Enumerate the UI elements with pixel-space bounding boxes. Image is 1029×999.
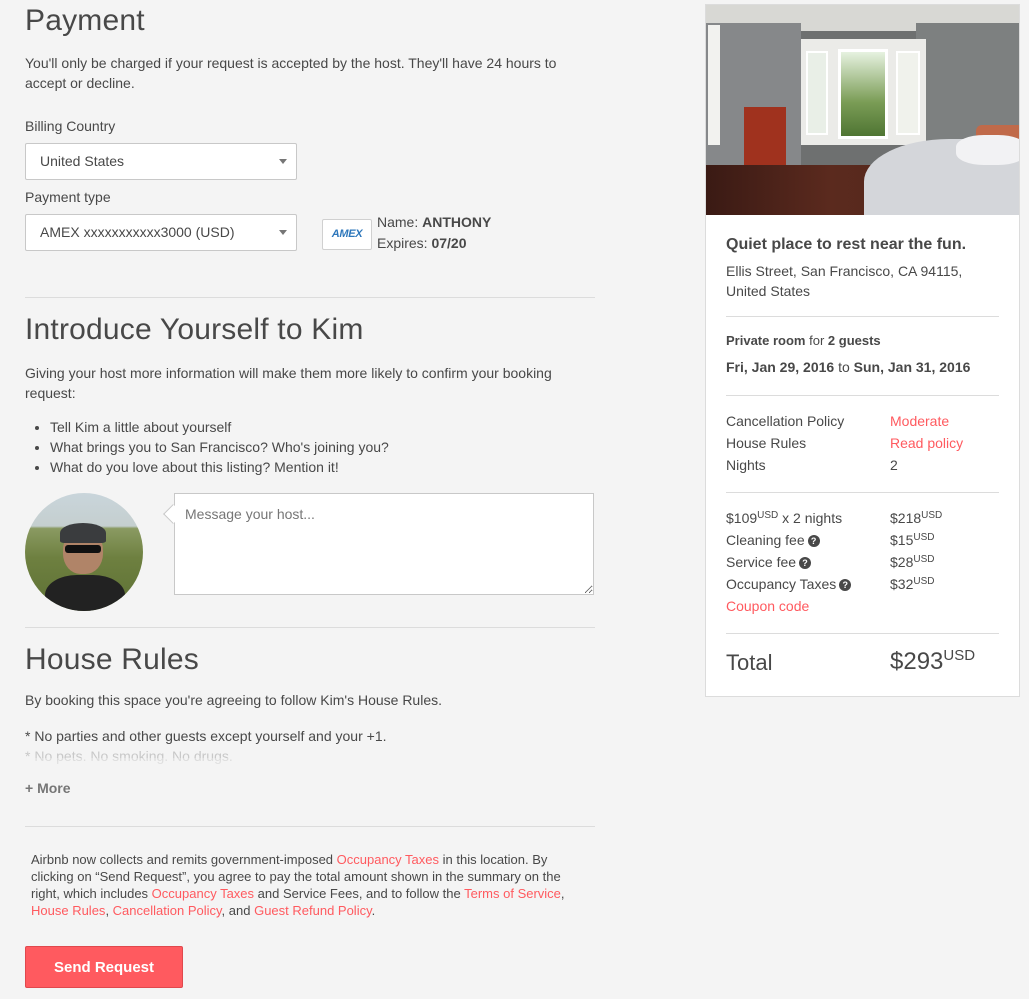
nights-label: Nights	[726, 457, 766, 473]
card-info: Name: ANTHONY Expires: 07/20	[377, 212, 491, 254]
nightly-price-row: $109USD x 2 nights	[726, 510, 842, 526]
cancellation-policy-link[interactable]: Moderate	[890, 413, 949, 429]
house-rules-link[interactable]: House Rules	[31, 903, 105, 918]
currency: USD	[757, 510, 779, 521]
introduce-tips: Tell Kim a little about yourself What br…	[50, 417, 389, 477]
service-fee-amount: $28	[890, 554, 914, 570]
chevron-down-icon	[279, 230, 287, 235]
billing-country-select[interactable]: United States	[25, 143, 297, 180]
service-fee-value: $28USD	[890, 554, 934, 570]
cleaning-fee-row: Cleaning fee?	[726, 532, 820, 548]
total-value: $293USD	[890, 648, 975, 676]
legal-text-part: , and	[221, 903, 255, 918]
house-rules-title: House Rules	[25, 643, 199, 676]
chevron-down-icon	[279, 159, 287, 164]
occupancy-taxes-amount: $32	[890, 576, 914, 592]
divider	[726, 395, 999, 396]
currency: USD	[913, 532, 935, 543]
listing-summary-card: Quiet place to rest near the fun. Ellis …	[705, 4, 1020, 697]
check-in-date: Fri, Jan 29, 2016	[726, 359, 835, 375]
message-box	[163, 493, 594, 595]
legal-text: Airbnb now collects and remits governmen…	[31, 851, 591, 919]
occupancy-taxes-row: Occupancy Taxes?	[726, 576, 852, 592]
room-type: Private room	[726, 333, 806, 348]
payment-type-value: AMEX xxxxxxxxxxx3000 (USD)	[40, 224, 235, 240]
nights-value: 2	[890, 457, 898, 473]
occupancy-taxes-link[interactable]: Occupancy Taxes	[152, 886, 254, 901]
legal-text-part: ,	[105, 903, 113, 918]
card-expires-label: Expires:	[377, 235, 428, 251]
legal-text-part: .	[371, 903, 376, 918]
help-icon[interactable]: ?	[799, 557, 812, 569]
service-fee-label: Service fee	[726, 554, 797, 570]
nightly-price: $109	[726, 510, 758, 526]
house-rule: * No parties and other guests except you…	[25, 728, 387, 744]
date-range: Fri, Jan 29, 2016 to Sun, Jan 31, 2016	[726, 359, 970, 375]
divider	[726, 633, 999, 634]
payment-title: Payment	[25, 4, 145, 37]
help-icon[interactable]: ?	[807, 535, 820, 547]
list-item: Tell Kim a little about yourself	[50, 417, 389, 437]
legal-text-part: Airbnb now collects and remits governmen…	[31, 852, 337, 867]
cleaning-fee-value: $15USD	[890, 532, 934, 548]
occupancy-taxes-label: Occupancy Taxes	[726, 576, 837, 592]
for-text: for	[809, 333, 825, 348]
payment-description: You'll only be charged if your request i…	[25, 55, 557, 91]
guest-refund-policy-link[interactable]: Guest Refund Policy	[254, 903, 372, 918]
coupon-code-link[interactable]: Coupon code	[726, 598, 809, 614]
currency: USD	[913, 554, 935, 565]
payment-type-select[interactable]: AMEX xxxxxxxxxxx3000 (USD)	[25, 214, 297, 251]
currency: USD	[943, 647, 976, 664]
avatar	[25, 493, 143, 611]
billing-country-label: Billing Country	[25, 118, 116, 134]
legal-text-part: and Service Fees, and to follow the	[254, 886, 465, 901]
send-request-button[interactable]: Send Request	[25, 946, 183, 988]
divider	[726, 316, 999, 317]
subtotal-value: $218USD	[890, 510, 942, 526]
more-rules-link[interactable]: + More	[25, 780, 71, 796]
card-expires-value: 07/20	[431, 235, 467, 251]
listing-title: Quiet place to rest near the fun.	[726, 236, 967, 253]
occupancy-taxes-value: $32USD	[890, 576, 934, 592]
introduce-title: Introduce Yourself to Kim	[25, 313, 364, 346]
check-out-date: Sun, Jan 31, 2016	[853, 359, 971, 375]
cancellation-policy-link[interactable]: Cancellation Policy	[113, 903, 222, 918]
cancellation-policy-label: Cancellation Policy	[726, 413, 845, 429]
message-host-input[interactable]	[174, 493, 594, 595]
subtotal-amount: $218	[890, 510, 922, 526]
introduce-description: Giving your host more information will m…	[25, 365, 552, 401]
house-rules-label: House Rules	[726, 435, 807, 451]
listing-photo	[706, 5, 1019, 215]
divider	[25, 826, 595, 827]
divider	[25, 297, 595, 298]
read-policy-link[interactable]: Read policy	[890, 435, 963, 451]
card-name-value: ANTHONY	[422, 214, 492, 230]
card-name-label: Name:	[377, 214, 419, 230]
divider	[25, 627, 595, 628]
billing-country-value: United States	[40, 153, 125, 169]
to-text: to	[838, 359, 850, 375]
occupancy-taxes-link[interactable]: Occupancy Taxes	[337, 852, 439, 867]
fade-overlay	[25, 758, 595, 778]
house-rules-description: By booking this space you're agreeing to…	[25, 692, 443, 708]
total-amount: $293	[890, 648, 944, 675]
service-fee-row: Service fee?	[726, 554, 812, 570]
cleaning-fee-amount: $15	[890, 532, 914, 548]
guest-count: 2 guests	[827, 333, 881, 348]
payment-type-label: Payment type	[25, 189, 111, 205]
divider	[726, 492, 999, 493]
amex-card-icon: AMEX	[322, 219, 372, 250]
legal-text-part: ,	[560, 886, 565, 901]
cleaning-fee-label: Cleaning fee	[726, 532, 805, 548]
list-item: What brings you to San Francisco? Who's …	[50, 437, 389, 457]
room-info: Private room for 2 guests	[726, 333, 881, 348]
currency: USD	[913, 576, 935, 587]
terms-of-service-link[interactable]: Terms of Service	[464, 886, 561, 901]
nights-multiplier: x 2 nights	[782, 510, 843, 526]
currency: USD	[921, 510, 943, 521]
total-label: Total	[726, 650, 773, 675]
listing-address: Ellis Street, San Francisco, CA 94115, U…	[726, 263, 963, 299]
list-item: What do you love about this listing? Men…	[50, 457, 389, 477]
help-icon[interactable]: ?	[839, 579, 852, 591]
